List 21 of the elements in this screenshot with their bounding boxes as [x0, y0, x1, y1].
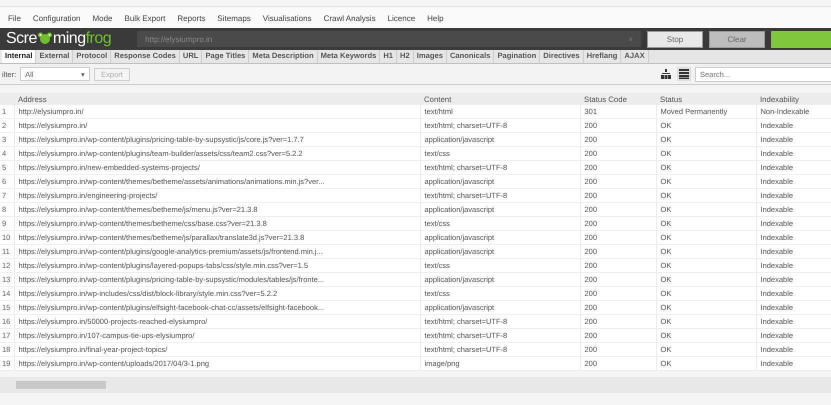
menu-item[interactable]: Licence — [388, 14, 416, 22]
menu-item[interactable]: Mode — [92, 14, 112, 22]
menu-item[interactable]: Sitemaps — [217, 14, 251, 22]
scrollbar-thumb[interactable] — [16, 381, 106, 389]
logo-text: ming — [52, 30, 86, 48]
menu-item[interactable]: Help — [427, 14, 444, 22]
view-toggle[interactable] — [677, 67, 691, 81]
menu-item[interactable]: Visualisations — [262, 14, 312, 22]
menu-item[interactable]: File — [8, 14, 21, 22]
frog-icon — [36, 32, 53, 46]
view-toggle[interactable] — [659, 67, 673, 81]
tree-icon — [661, 69, 671, 79]
stop-button[interactable]: Stop — [647, 30, 703, 48]
clear-button[interactable]: Clear — [709, 30, 765, 48]
logo-text: frog — [86, 30, 112, 48]
menu-item[interactable]: Reports — [177, 14, 206, 22]
menu-item[interactable]: Configuration — [32, 14, 80, 22]
logo-text: Scre — [6, 30, 37, 48]
list-icon — [679, 69, 689, 79]
menu-item[interactable]: Bulk Export — [124, 14, 166, 22]
menu-item[interactable]: Crawl Analysis — [324, 14, 376, 22]
